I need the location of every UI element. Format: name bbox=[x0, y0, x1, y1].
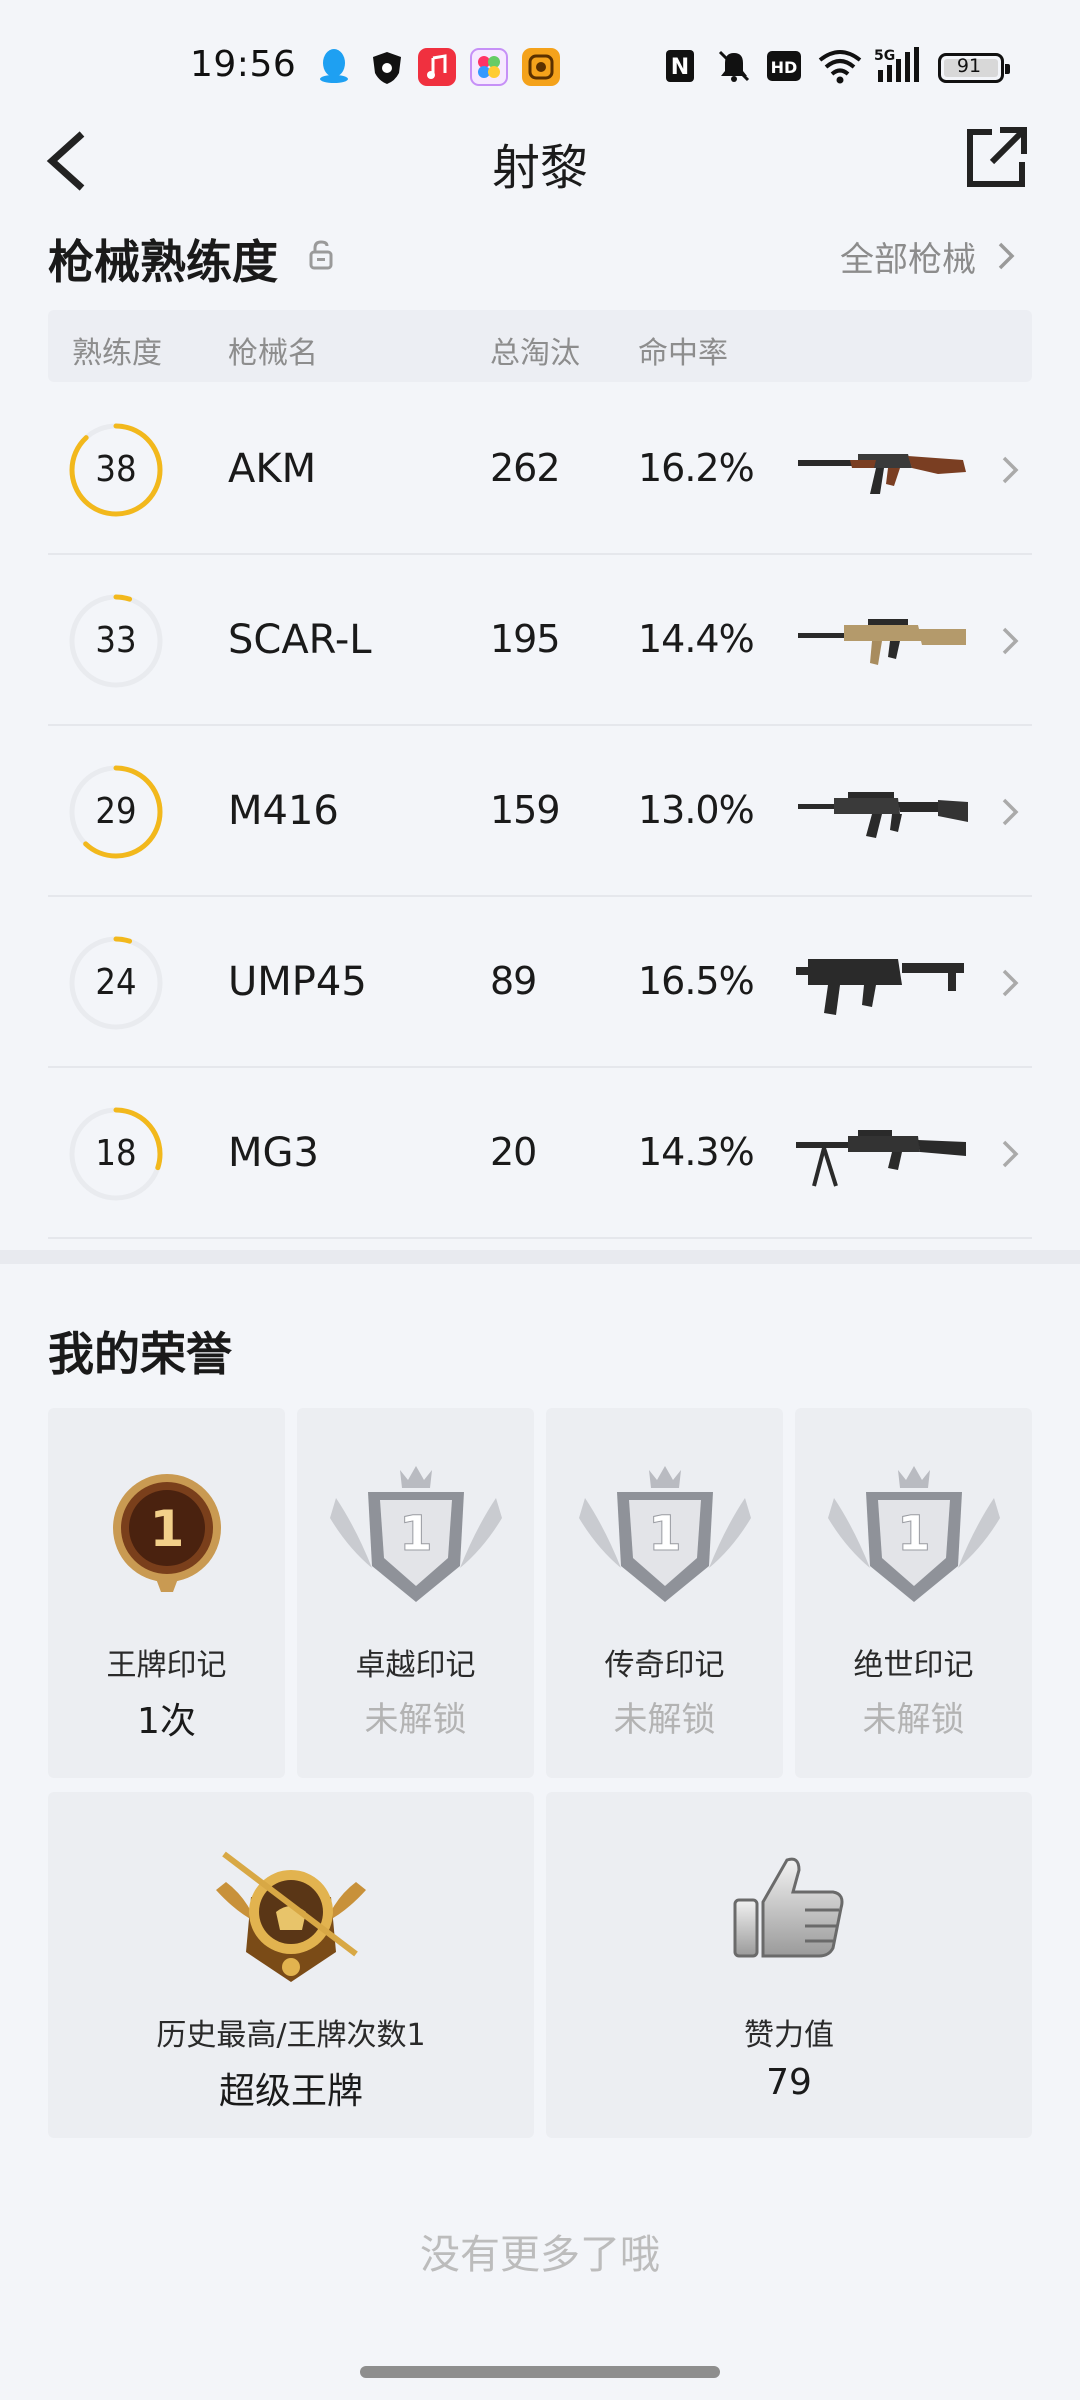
nfc-icon: N bbox=[664, 46, 696, 86]
accuracy-value: 16.2% bbox=[638, 446, 755, 490]
wifi-icon bbox=[818, 46, 862, 86]
honor-mark-label: 卓越印记 bbox=[355, 1648, 476, 1683]
honor-mark-value: 未解锁 bbox=[364, 1700, 467, 1740]
weapon-row-akm[interactable]: 38 AKM 262 16.2% bbox=[48, 384, 1032, 555]
ump45-smg-icon bbox=[788, 937, 978, 1027]
no-more-text: 没有更多了哦 bbox=[420, 2232, 660, 2278]
excellence-mark-icon: 1 bbox=[326, 1458, 506, 1618]
unlock-icon bbox=[307, 240, 335, 270]
weapon-row-mg3[interactable]: 18 MG3 20 14.3% bbox=[48, 1068, 1032, 1239]
likes-card[interactable]: 赞力值 79 bbox=[546, 1792, 1032, 2138]
qq-icon bbox=[314, 46, 354, 86]
chevron-right-icon[interactable] bbox=[996, 238, 1016, 274]
weapon-name: MG3 bbox=[228, 1130, 319, 1176]
col-eliminations: 总淘汰 bbox=[490, 336, 580, 371]
mastery-level: 38 bbox=[95, 449, 137, 490]
music-app-icon bbox=[418, 48, 456, 86]
mastery-level: 18 bbox=[95, 1133, 137, 1174]
honor-mark-label: 传奇印记 bbox=[604, 1648, 725, 1683]
share-button[interactable] bbox=[962, 124, 1030, 192]
weapon-row-ump45[interactable]: 24 UMP45 89 16.5% bbox=[48, 897, 1032, 1068]
mastery-level: 29 bbox=[95, 791, 137, 832]
signal-5g-icon: 5G bbox=[874, 46, 924, 86]
ace-mark-icon: 1 bbox=[77, 1458, 257, 1618]
mastery-level: 33 bbox=[95, 620, 137, 661]
likes-value: 79 bbox=[766, 2062, 812, 2103]
page-title: 射黎 bbox=[491, 140, 588, 196]
weapon-row-scar-l[interactable]: 33 SCAR-L 195 14.4% bbox=[48, 555, 1032, 726]
eliminations-value: 195 bbox=[490, 617, 561, 661]
eliminations-value: 262 bbox=[490, 446, 561, 490]
my-honors-title: 我的荣誉 bbox=[48, 1327, 232, 1381]
chevron-right-icon[interactable] bbox=[1000, 1136, 1020, 1172]
col-weapon-name: 枪械名 bbox=[228, 336, 318, 371]
honor-mark-label: 王牌印记 bbox=[106, 1648, 227, 1683]
emblem-number: 1 bbox=[897, 1506, 930, 1562]
accuracy-value: 13.0% bbox=[638, 788, 755, 832]
chevron-right-icon[interactable] bbox=[1000, 794, 1020, 830]
col-accuracy: 命中率 bbox=[638, 336, 728, 371]
eliminations-value: 20 bbox=[490, 1130, 537, 1174]
svg-text:HD: HD bbox=[771, 58, 798, 77]
chevron-right-icon[interactable] bbox=[1000, 452, 1020, 488]
honor-mark-card[interactable]: 1 王牌印记 1次 bbox=[48, 1408, 285, 1778]
emblem-number: 1 bbox=[648, 1506, 681, 1562]
weapon-row-m416[interactable]: 29 M416 159 13.0% bbox=[48, 726, 1032, 897]
mute-icon bbox=[716, 46, 752, 86]
weapon-name: UMP45 bbox=[228, 959, 367, 1005]
hd-icon: HD bbox=[766, 46, 802, 86]
mg3-lmg-icon bbox=[788, 1108, 978, 1198]
m416-rifle-icon bbox=[788, 766, 978, 856]
camera-app-icon bbox=[522, 48, 560, 86]
chevron-right-icon[interactable] bbox=[1000, 965, 1020, 1001]
highest-rank-card[interactable]: 历史最高/王牌次数1 超级王牌 bbox=[48, 1792, 534, 2138]
eliminations-value: 159 bbox=[490, 788, 561, 832]
emblem-number: 1 bbox=[399, 1506, 432, 1562]
home-indicator[interactable] bbox=[360, 2366, 720, 2378]
honor-mark-value: 未解锁 bbox=[862, 1700, 965, 1740]
accuracy-value: 16.5% bbox=[638, 959, 755, 1003]
honor-mark-value: 1次 bbox=[137, 1701, 196, 1742]
honor-mark-card[interactable]: 1 卓越印记未解锁 bbox=[297, 1408, 534, 1778]
likes-label: 赞力值 bbox=[744, 2018, 834, 2053]
status-time: 19:56 bbox=[190, 44, 297, 85]
battery-level: 91 bbox=[956, 55, 982, 77]
akm-rifle-icon bbox=[788, 424, 978, 514]
svg-text:N: N bbox=[671, 55, 689, 80]
all-weapons-link[interactable]: 全部枪械 bbox=[840, 232, 976, 281]
thumbs-up-icon bbox=[729, 1852, 849, 1962]
legend-mark-icon: 1 bbox=[575, 1458, 755, 1618]
chevron-right-icon[interactable] bbox=[1000, 623, 1020, 659]
battery-icon: 91 bbox=[938, 53, 1010, 83]
honor-mark-card[interactable]: 1 绝世印记未解锁 bbox=[795, 1408, 1032, 1778]
honor-mark-value: 未解锁 bbox=[613, 1700, 716, 1740]
peerless-mark-icon: 1 bbox=[824, 1458, 1004, 1618]
game-center-icon bbox=[470, 48, 508, 86]
weapon-mastery-title: 枪械熟练度 bbox=[48, 235, 278, 289]
super-ace-rank-icon bbox=[206, 1842, 376, 1992]
eliminations-value: 89 bbox=[490, 959, 537, 1003]
honor-mark-card[interactable]: 1 传奇印记未解锁 bbox=[546, 1408, 783, 1778]
highest-rank-value: 超级王牌 bbox=[218, 2071, 363, 2112]
weapon-name: SCAR-L bbox=[228, 617, 372, 663]
weapon-name: M416 bbox=[228, 788, 339, 834]
accuracy-value: 14.4% bbox=[638, 617, 755, 661]
scar-l-rifle-icon bbox=[788, 595, 978, 685]
top-nav-bar: 射黎 bbox=[0, 110, 1080, 210]
section-divider bbox=[0, 1250, 1080, 1264]
accuracy-value: 14.3% bbox=[638, 1130, 755, 1174]
weapon-name: AKM bbox=[228, 446, 317, 492]
mastery-level: 24 bbox=[95, 962, 137, 1003]
honor-mark-label: 绝世印记 bbox=[853, 1648, 974, 1683]
highest-rank-label: 历史最高/王牌次数1 bbox=[156, 2018, 426, 2053]
weapon-table-header: 熟练度 枪械名 总淘汰 命中率 bbox=[48, 310, 1032, 382]
shield-app-icon bbox=[368, 48, 406, 86]
svg-text:5G: 5G bbox=[874, 48, 895, 64]
emblem-number: 1 bbox=[149, 1500, 184, 1558]
col-mastery: 熟练度 bbox=[72, 336, 162, 371]
